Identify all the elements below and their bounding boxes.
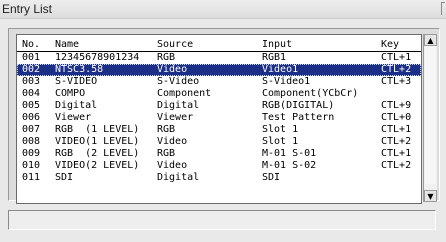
status-field xyxy=(8,210,436,230)
cell-no: 011 xyxy=(22,172,41,183)
header-key: Key xyxy=(381,39,400,50)
cell-input: RGB(DIGITAL) xyxy=(262,100,335,111)
arrow-up-icon: ▲ xyxy=(427,35,434,45)
list-row[interactable]: 004 COMPO Component Component(YCbCr) xyxy=(17,88,421,100)
cell-name: VIDEO(1 LEVEL) xyxy=(55,136,140,147)
list-row[interactable]: 003 S-VIDEO S-Video S-Video1 CTL+3 xyxy=(17,76,421,88)
window-title: Entry List xyxy=(2,2,53,16)
cell-source: RGB xyxy=(157,52,176,63)
cell-name: 12345678901234 xyxy=(55,52,140,63)
cell-source: Viewer xyxy=(157,112,194,123)
cell-source: Digital xyxy=(157,100,200,111)
cell-input: Slot 1 xyxy=(262,124,299,135)
title-bar: Entry List xyxy=(0,0,446,19)
cell-no: 008 xyxy=(22,136,41,147)
cell-no: 006 xyxy=(22,112,41,123)
cell-no: 009 xyxy=(22,148,41,159)
list-row[interactable]: 001 12345678901234 RGB RGB1 CTL+1 xyxy=(17,52,421,64)
header-input: Input xyxy=(262,39,293,50)
cell-input: Slot 1 xyxy=(262,136,299,147)
list-row[interactable]: 008 VIDEO(1 LEVEL) Video Slot 1 CTL+2 xyxy=(17,136,421,148)
list-row[interactable]: 002 NTSC3.58 Video Video1 CTL+2 xyxy=(17,64,421,76)
cell-input: SDI xyxy=(262,172,281,183)
cell-name: VIDEO(2 LEVEL) xyxy=(55,160,140,171)
entry-list-window: Entry List No. Name Source Input Key 001… xyxy=(0,0,446,242)
cell-source: Digital xyxy=(157,172,200,183)
cell-name: S-VIDEO xyxy=(55,76,98,87)
cell-no: 010 xyxy=(22,160,41,171)
arrow-down-icon: ▼ xyxy=(427,191,434,201)
cell-name: RGB (1 LEVEL) xyxy=(55,124,140,135)
cell-input: M-01 S-02 xyxy=(262,160,317,171)
cell-key: CTL+1 xyxy=(381,124,412,135)
list-row[interactable]: 005 Digital Digital RGB(DIGITAL) CTL+9 xyxy=(17,100,421,112)
cell-source: Component xyxy=(157,88,212,99)
list-row[interactable]: 006 Viewer Viewer Test Pattern CTL+0 xyxy=(17,112,421,124)
cell-input: M-01 S-01 xyxy=(262,148,317,159)
vertical-scrollbar[interactable]: ▲ ▼ xyxy=(423,34,437,202)
cell-no: 002 xyxy=(22,64,41,75)
cell-source: Video xyxy=(157,160,188,171)
list-header-row: No. Name Source Input Key xyxy=(17,39,421,52)
cell-source: RGB xyxy=(157,148,176,159)
cell-key: CTL+2 xyxy=(381,64,412,75)
scroll-track[interactable] xyxy=(425,46,436,184)
scroll-up-button[interactable]: ▲ xyxy=(424,34,437,46)
cell-key: CTL+1 xyxy=(381,52,412,63)
cell-no: 007 xyxy=(22,124,41,135)
cell-input: RGB1 xyxy=(262,52,287,63)
cell-no: 001 xyxy=(22,52,41,63)
cell-key: CTL+2 xyxy=(381,136,412,147)
cell-key: CTL+0 xyxy=(381,112,412,123)
cell-input: Component(YCbCr) xyxy=(262,88,359,99)
cell-name: COMPO xyxy=(55,88,86,99)
cell-source: Video xyxy=(157,64,188,75)
cell-name: Digital xyxy=(55,100,98,111)
cell-key: CTL+3 xyxy=(381,76,412,87)
cell-name: SDI xyxy=(55,172,74,183)
cell-key: CTL+2 xyxy=(381,160,412,171)
list-row[interactable]: 010 VIDEO(2 LEVEL) Video M-01 S-02 CTL+2 xyxy=(17,160,421,172)
window-edge-handle xyxy=(441,2,445,15)
entry-list[interactable]: No. Name Source Input Key 001 12345678901… xyxy=(16,34,422,204)
cell-source: Video xyxy=(157,136,188,147)
list-row[interactable]: 009 RGB (2 LEVEL) RGB M-01 S-01 CTL+1 xyxy=(17,148,421,160)
header-no: No. xyxy=(22,39,41,50)
cell-name: NTSC3.58 xyxy=(55,64,104,75)
cell-no: 003 xyxy=(22,76,41,87)
header-name: Name xyxy=(55,39,80,50)
cell-source: S-Video xyxy=(157,76,200,87)
cell-no: 004 xyxy=(22,88,41,99)
cell-source: RGB xyxy=(157,124,176,135)
cell-key: CTL+1 xyxy=(381,148,412,159)
cell-key: CTL+9 xyxy=(381,100,412,111)
cell-input: S-Video1 xyxy=(262,76,311,87)
cell-no: 005 xyxy=(22,100,41,111)
list-row[interactable]: 011 SDI Digital SDI xyxy=(17,172,421,184)
cell-input: Test Pattern xyxy=(262,112,335,123)
cell-input: Video1 xyxy=(262,64,299,75)
cell-name: RGB (2 LEVEL) xyxy=(55,148,140,159)
cell-name: Viewer xyxy=(55,112,92,123)
scroll-down-button[interactable]: ▼ xyxy=(424,190,437,202)
header-source: Source xyxy=(157,39,194,50)
list-row[interactable]: 007 RGB (1 LEVEL) RGB Slot 1 CTL+1 xyxy=(17,124,421,136)
